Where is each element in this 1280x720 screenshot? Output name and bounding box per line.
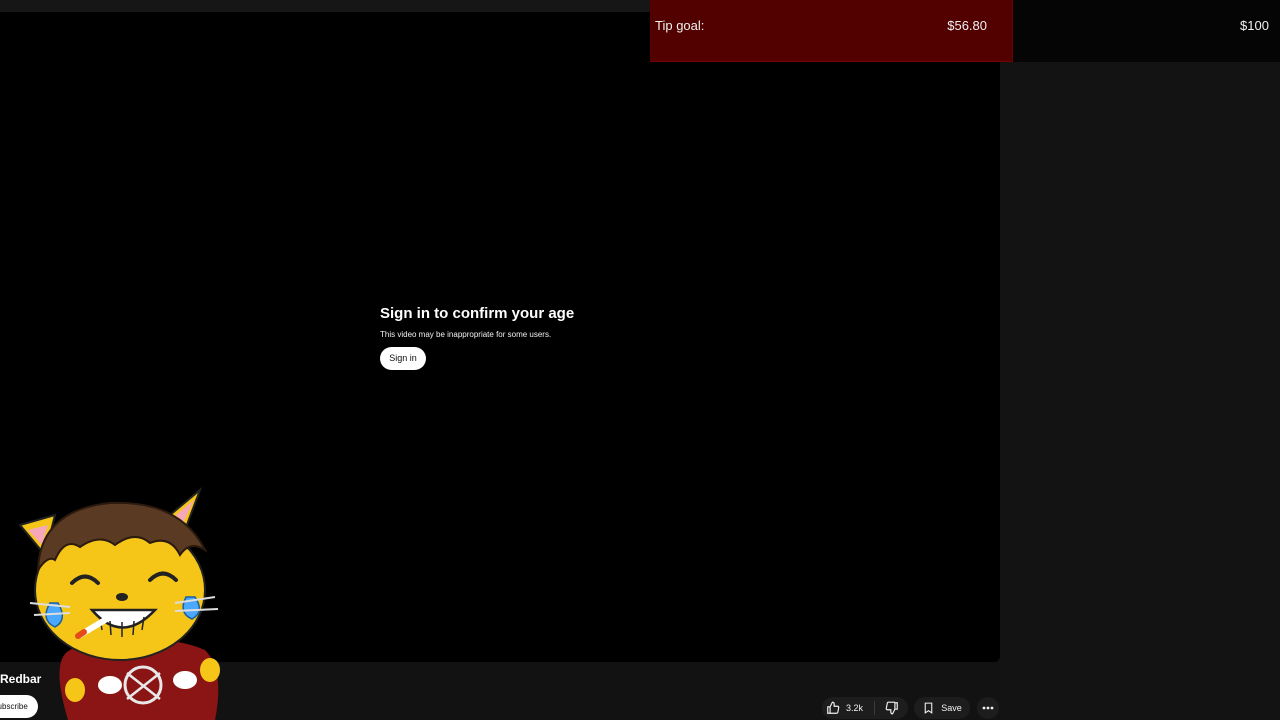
tip-goal-current: $56.80 bbox=[947, 18, 987, 33]
sign-in-button[interactable]: Sign in bbox=[380, 347, 426, 370]
dislike-button[interactable] bbox=[882, 697, 902, 719]
like-button[interactable]: 3.2k bbox=[826, 697, 863, 719]
subscribe-button[interactable]: Subscribe bbox=[0, 695, 38, 718]
more-horizontal-icon bbox=[982, 706, 994, 710]
bookmark-icon bbox=[922, 701, 935, 715]
tip-goal-label: Tip goal: bbox=[655, 18, 705, 33]
like-divider bbox=[874, 701, 875, 715]
like-count: 3.2k bbox=[846, 703, 864, 713]
age-gate: Sign in to confirm your age This video m… bbox=[380, 304, 680, 370]
channel-name[interactable]: Redbar bbox=[0, 672, 41, 686]
right-panel bbox=[1000, 62, 1280, 720]
age-gate-subtitle: This video may be inappropriate for some… bbox=[380, 330, 552, 339]
thumbs-up-icon bbox=[826, 701, 840, 715]
save-button[interactable]: Save bbox=[914, 697, 970, 719]
more-actions-button[interactable] bbox=[977, 697, 999, 719]
thumbs-down-icon bbox=[885, 701, 899, 715]
page: Tip goal: $56.80 $100 Sign in to confirm… bbox=[0, 0, 1280, 720]
mascot-cat-image bbox=[18, 486, 220, 720]
age-gate-title: Sign in to confirm your age bbox=[380, 305, 575, 322]
tip-goal-target: $100 bbox=[1240, 18, 1269, 33]
save-label: Save bbox=[941, 703, 962, 713]
